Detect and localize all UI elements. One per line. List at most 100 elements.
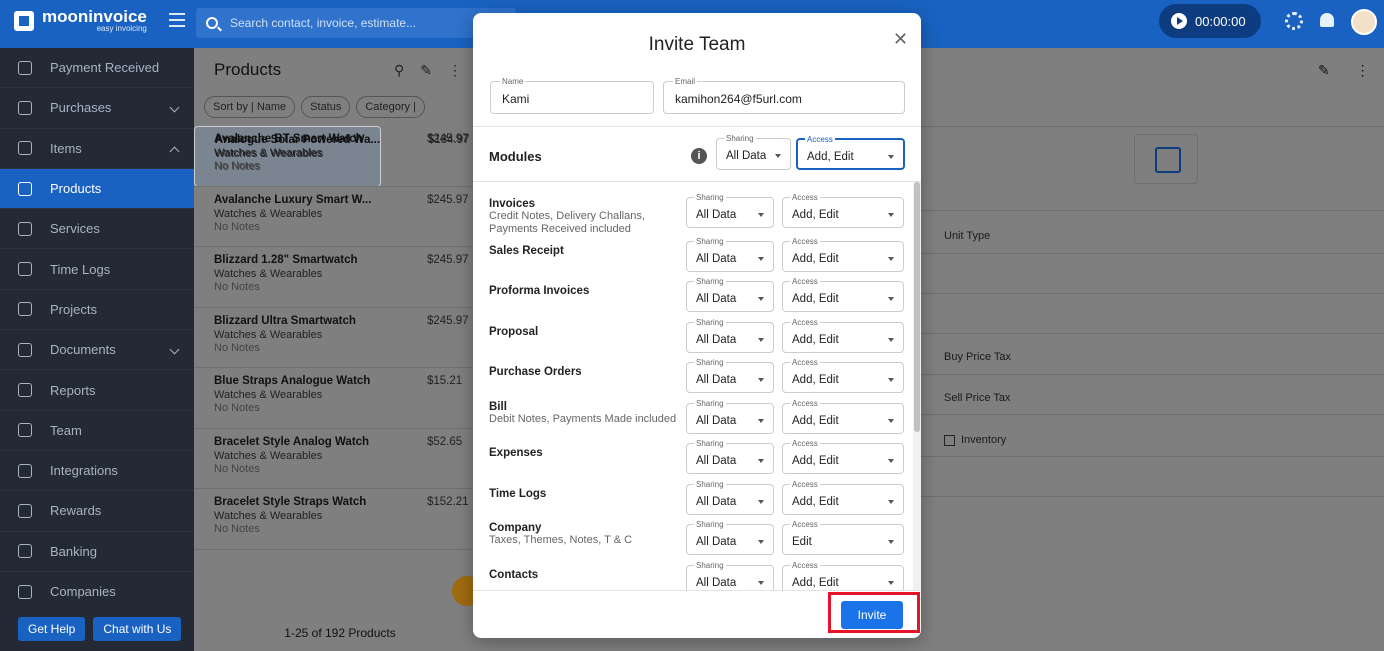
list-item[interactable]: Blue Straps Analogue Watch Watches & Wear… bbox=[194, 368, 486, 429]
gift-icon bbox=[18, 503, 32, 518]
sidebar-item-projects[interactable]: Projects bbox=[0, 290, 194, 331]
document-icon bbox=[18, 342, 32, 357]
module-row: Purchase Orders Sharing All Data Access Add,… bbox=[473, 344, 913, 393]
edit-icon[interactable]: ✎ bbox=[1318, 62, 1330, 78]
team-icon bbox=[18, 423, 32, 438]
sidebar-item-label: Purchases bbox=[50, 100, 112, 116]
product-price: $52.65 bbox=[427, 435, 463, 448]
dialog-title: Invite Team bbox=[648, 34, 746, 55]
module-name: Bill bbox=[489, 400, 507, 413]
chat-button[interactable]: Chat with Us bbox=[93, 617, 182, 641]
chevron-down-icon bbox=[169, 344, 180, 355]
email-field[interactable]: Email kamihon264@f5url.com bbox=[663, 77, 905, 114]
info-icon[interactable]: i bbox=[691, 148, 707, 164]
list-item[interactable]: Avalanche Luxury Smart W... Watches & Wea… bbox=[194, 187, 486, 247]
list-item[interactable]: Avalanche BT Smart Watch Watches & Wearab… bbox=[194, 126, 486, 187]
product-category: Watches & Wearables bbox=[214, 389, 323, 401]
sidebar-item-purchases[interactable]: Purchases bbox=[0, 88, 194, 129]
sidebar-item-payment-received[interactable]: Payment Received bbox=[0, 48, 194, 89]
sidebar-item-time-logs[interactable]: Time Logs bbox=[0, 249, 194, 290]
product-price: $15.21 bbox=[427, 375, 463, 387]
all-access-select[interactable]: Access Add, Edit bbox=[796, 135, 905, 170]
list-item[interactable]: Blizzard 1.28" Smartwatch Watches & Weara… bbox=[194, 247, 486, 308]
filter-chip[interactable]: Status bbox=[301, 96, 351, 118]
inventory-checkbox[interactable]: Inventory bbox=[944, 434, 1006, 446]
sidebar: Payment Received Purchases Items Products Se… bbox=[0, 48, 194, 651]
close-icon[interactable]: ✕ bbox=[893, 29, 908, 50]
bell-icon[interactable] bbox=[1320, 13, 1334, 27]
app-name: mooninvoice bbox=[42, 7, 147, 26]
avatar[interactable] bbox=[1351, 9, 1377, 35]
menu-icon[interactable] bbox=[169, 13, 185, 27]
all-sharing-select[interactable]: Sharing All Data bbox=[716, 134, 791, 170]
folder-icon bbox=[18, 302, 32, 317]
search-bar[interactable]: Search contact, invoice, estimate... bbox=[196, 8, 516, 38]
sidebar-item-items[interactable]: Items bbox=[0, 129, 194, 169]
search-input[interactable]: Search contact, invoice, estimate... bbox=[230, 16, 416, 30]
timer-value: 00:00:00 bbox=[1195, 13, 1246, 29]
sidebar-item-label: Items bbox=[50, 140, 82, 156]
search-icon[interactable]: ⚲ bbox=[394, 62, 404, 79]
module-row: Invoices Credit Notes, Delivery Challans,… bbox=[473, 182, 913, 235]
purchases-icon bbox=[18, 100, 32, 115]
list-item[interactable]: Blizzard Ultra Smartwatch Watches & Weara… bbox=[194, 308, 486, 368]
module-row: Contacts Sharing All Data Access Add, Edit bbox=[473, 547, 913, 590]
module-name: Expenses bbox=[489, 447, 543, 459]
more-icon[interactable]: ⋮ bbox=[448, 62, 462, 79]
companies-icon bbox=[18, 584, 32, 599]
module-name: Proposal bbox=[489, 325, 539, 338]
module-description: Taxes, Themes, Notes, T & C bbox=[489, 534, 633, 546]
chevron-down-icon bbox=[169, 102, 180, 113]
sidebar-item-banking[interactable]: Banking bbox=[0, 532, 194, 572]
product-price: $245.97 bbox=[427, 193, 469, 206]
filter-chip[interactable]: Sort by | Name bbox=[204, 96, 296, 118]
sidebar-item-products[interactable]: Products bbox=[0, 168, 194, 210]
items-icon bbox=[18, 141, 32, 156]
page-title: Products bbox=[214, 60, 282, 79]
edit-icon[interactable]: ✎ bbox=[420, 62, 432, 79]
products-icon bbox=[18, 181, 32, 196]
sidebar-item-integrations[interactable]: Integrations bbox=[0, 451, 194, 492]
sidebar-item-rewards[interactable]: Rewards bbox=[0, 491, 194, 532]
get-help-button[interactable]: Get Help bbox=[18, 617, 86, 641]
sidebar-item-label: Projects bbox=[50, 301, 97, 317]
product-category: Watches & Wearables bbox=[214, 510, 323, 522]
more-icon[interactable]: ⋮ bbox=[1356, 62, 1370, 78]
image-placeholder-icon[interactable] bbox=[1134, 134, 1198, 184]
product-category: Watches & Wearables bbox=[214, 328, 323, 341]
checkbox-icon bbox=[944, 434, 955, 446]
modules-list: Invoices Credit Notes, Delivery Challans,… bbox=[473, 182, 921, 590]
product-price: $245.97 bbox=[427, 133, 469, 145]
list-item[interactable]: Bracelet Style Analog Watch Watches & Wea… bbox=[194, 429, 486, 489]
timer-button[interactable]: 00:00:00 bbox=[1159, 4, 1261, 38]
scrollbar[interactable] bbox=[913, 182, 921, 590]
list-item[interactable]: Bracelet Style Straps Watch Watches & Wea… bbox=[194, 489, 486, 550]
sidebar-item-label: Products bbox=[50, 181, 102, 197]
filter-chip[interactable]: Category | bbox=[356, 96, 425, 118]
product-list-panel: Products ⚲ ✎ ⋮ Sort by | Name Status Categ… bbox=[194, 48, 486, 651]
product-price: $245.97 bbox=[427, 314, 469, 327]
module-row: Expenses Sharing All Data Access Add, Edit bbox=[473, 425, 913, 474]
sidebar-item-team[interactable]: Team bbox=[0, 411, 194, 451]
sidebar-item-services[interactable]: Services bbox=[0, 209, 194, 250]
product-price: $245.97 bbox=[427, 254, 469, 266]
sidebar-item-label: Banking bbox=[50, 543, 97, 559]
module-row: Time Logs Sharing All Data Access Add, Edit bbox=[473, 466, 913, 515]
module-name: Proforma Invoices bbox=[489, 285, 590, 297]
modules-title: Modules bbox=[489, 149, 542, 164]
sidebar-item-label: Time Logs bbox=[50, 261, 111, 277]
module-name: Purchase Orders bbox=[489, 366, 582, 378]
product-category: Watches & Wearables bbox=[214, 268, 323, 280]
sell-tax-label: Sell Price Tax bbox=[944, 392, 1011, 404]
app-logo[interactable]: mooninvoice easy invoicing bbox=[14, 8, 147, 33]
sidebar-item-reports[interactable]: Reports bbox=[0, 370, 194, 411]
invite-team-dialog: Invite Team ✕ Name Kami Email kamihon264… bbox=[473, 13, 921, 638]
gear-icon[interactable] bbox=[1285, 12, 1303, 30]
pagination: 1-25 of 192 Products bbox=[194, 615, 486, 651]
sidebar-item-documents[interactable]: Documents bbox=[0, 330, 194, 371]
sidebar-item-label: Payment Received bbox=[50, 60, 160, 76]
sharing-select[interactable]: Sharing All Data bbox=[686, 560, 774, 590]
module-row: Bill Debit Notes, Payments Made included S… bbox=[473, 385, 913, 434]
access-select[interactable]: Access Add, Edit bbox=[782, 560, 904, 590]
name-field[interactable]: Name Kami bbox=[490, 77, 654, 114]
